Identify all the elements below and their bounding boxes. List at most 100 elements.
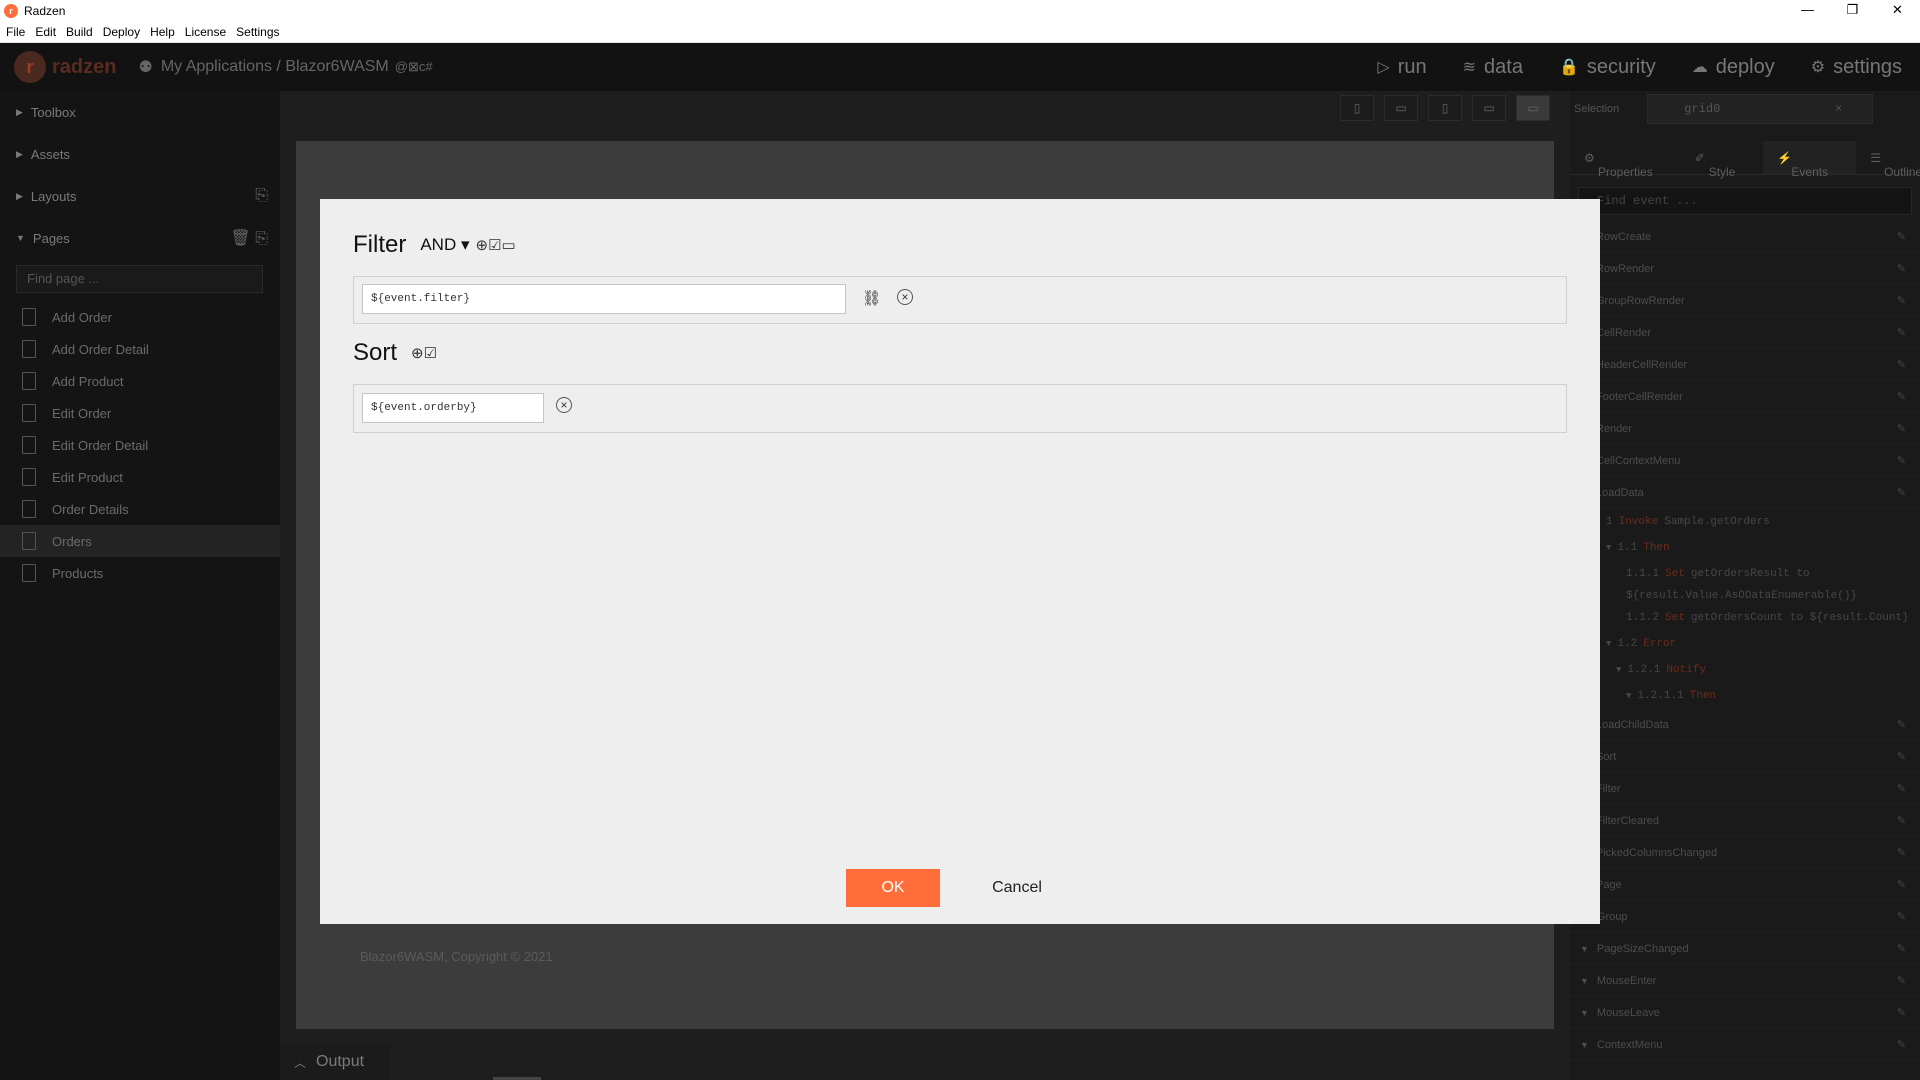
deploy-button[interactable]: ☁ deploy bbox=[1692, 56, 1775, 79]
page-item-order-details[interactable]: Order Details bbox=[0, 493, 280, 525]
event-item[interactable]: PickedColumnsChanged ✎ bbox=[1570, 837, 1920, 869]
event-item[interactable]: RowRender ✎ bbox=[1570, 253, 1920, 285]
find-event-input[interactable]: Find event ... bbox=[1578, 187, 1912, 215]
menu-license[interactable]: License bbox=[185, 25, 226, 39]
pages-section[interactable]: ▼ Pages 🗑 ⎘ bbox=[0, 217, 280, 259]
add-filter-icons[interactable]: ⊕☑▭ bbox=[476, 236, 516, 254]
phone-landscape-icon[interactable]: ▭ bbox=[1384, 95, 1418, 121]
sort-expression-input[interactable]: ${event.orderby} bbox=[362, 393, 544, 423]
add-sort-icons[interactable]: ⊕☑ bbox=[411, 344, 437, 362]
edit-icon[interactable]: ✎ bbox=[1897, 718, 1906, 731]
tab-style[interactable]: ✐ Style bbox=[1681, 141, 1764, 179]
action-line[interactable]: ▼ 1.2.1.1 Then bbox=[1570, 683, 1920, 709]
tablet-portrait-icon[interactable]: ▯ bbox=[1428, 95, 1462, 121]
filter-operator-dropdown[interactable]: AND ▾ bbox=[420, 235, 469, 255]
menu-help[interactable]: Help bbox=[150, 25, 175, 39]
edit-icon[interactable]: ✎ bbox=[1897, 358, 1906, 371]
breadcrumb-path[interactable]: My Applications / Blazor6WASM bbox=[161, 58, 389, 76]
page-item-add-order[interactable]: Add Order bbox=[0, 301, 280, 333]
event-item[interactable]: LoadData ✎ bbox=[1570, 477, 1920, 509]
data-button[interactable]: ≋ data bbox=[1463, 56, 1523, 79]
assets-section[interactable]: ▶ Assets bbox=[0, 133, 280, 175]
new-page-icon[interactable]: ⎘ bbox=[255, 230, 268, 247]
remove-filter-icon[interactable]: × bbox=[897, 289, 913, 305]
action-line[interactable]: ▼ 1.1 Then bbox=[1570, 535, 1920, 561]
layouts-section[interactable]: ▶ Layouts ⎘ bbox=[0, 175, 280, 217]
remove-sort-icon[interactable]: × bbox=[556, 397, 572, 413]
edit-icon[interactable]: ✎ bbox=[1897, 782, 1906, 795]
tab-outline[interactable]: ☰ Outline bbox=[1856, 141, 1920, 179]
page-item-add-order-detail[interactable]: Add Order Detail bbox=[0, 333, 280, 365]
action-line[interactable]: 1.1.2 Set getOrdersCount to ${result.Count… bbox=[1570, 605, 1920, 631]
event-item[interactable]: ▼ MouseEnter ✎ bbox=[1570, 965, 1920, 997]
event-item[interactable]: ▼ PageSizeChanged ✎ bbox=[1570, 933, 1920, 965]
event-item[interactable]: GroupRowRender ✎ bbox=[1570, 285, 1920, 317]
link-icon[interactable]: ⛓ bbox=[862, 289, 881, 307]
desktop-icon[interactable]: ▭ bbox=[1516, 95, 1550, 121]
event-item[interactable]: LoadChildData ✎ bbox=[1570, 709, 1920, 741]
edit-icon[interactable]: ✎ bbox=[1897, 326, 1906, 339]
page-item-edit-order-detail[interactable]: Edit Order Detail bbox=[0, 429, 280, 461]
edit-icon[interactable]: ✎ bbox=[1897, 294, 1906, 307]
edit-icon[interactable]: ✎ bbox=[1897, 390, 1906, 403]
event-item[interactable]: ▼Group✎ bbox=[1570, 901, 1920, 933]
menu-build[interactable]: Build bbox=[66, 25, 93, 39]
filter-expression-input[interactable]: ${event.filter} bbox=[362, 284, 846, 314]
page-item-orders[interactable]: Orders bbox=[0, 525, 280, 557]
menu-file[interactable]: File bbox=[6, 25, 25, 39]
event-item[interactable]: ▼ ContextMenu ✎ bbox=[1570, 1029, 1920, 1061]
action-line[interactable]: 1 Invoke Sample.getOrders bbox=[1570, 509, 1920, 535]
edit-icon[interactable]: ✎ bbox=[1897, 262, 1906, 275]
event-item[interactable]: HeaderCellRender ✎ bbox=[1570, 349, 1920, 381]
security-button[interactable]: 🔒 security bbox=[1559, 56, 1656, 79]
edit-icon[interactable]: ✎ bbox=[1897, 974, 1906, 987]
page-item-products[interactable]: Products bbox=[0, 557, 280, 589]
action-line[interactable]: 1.1.1 Set getOrdersResult to bbox=[1570, 561, 1920, 587]
edit-icon[interactable]: ✎ bbox=[1897, 878, 1906, 891]
tab-events[interactable]: ⚡ Events bbox=[1763, 141, 1857, 179]
restore-button[interactable]: ❐ bbox=[1830, 0, 1875, 22]
action-line[interactable]: ${result.Value.AsODataEnumerable()} bbox=[1570, 587, 1920, 605]
trash-icon[interactable]: 🗑 bbox=[230, 230, 250, 247]
edit-icon[interactable]: ✎ bbox=[1897, 750, 1906, 763]
menu-settings[interactable]: Settings bbox=[236, 25, 279, 39]
edit-icon[interactable]: ✎ bbox=[1897, 814, 1906, 827]
event-item[interactable]: ▼ MouseLeave ✎ bbox=[1570, 997, 1920, 1029]
event-item[interactable]: FooterCellRender ✎ bbox=[1570, 381, 1920, 413]
ok-button[interactable]: OK bbox=[846, 869, 940, 907]
page-item-edit-order[interactable]: Edit Order bbox=[0, 397, 280, 429]
output-panel-tab[interactable]: ︿ Output bbox=[280, 1044, 390, 1080]
action-line[interactable]: ▼ 1.2.1 Notify bbox=[1570, 657, 1920, 683]
cancel-button[interactable]: Cancel bbox=[970, 869, 1064, 907]
event-item[interactable]: Filter ✎ bbox=[1570, 773, 1920, 805]
edit-icon[interactable]: ✎ bbox=[1897, 230, 1906, 243]
menu-edit[interactable]: Edit bbox=[35, 25, 56, 39]
edit-icon[interactable]: ✎ bbox=[1897, 1006, 1906, 1019]
radzen-logo[interactable]: r radzen bbox=[14, 51, 116, 83]
event-item[interactable]: CellRender ✎ bbox=[1570, 317, 1920, 349]
tab-properties[interactable]: ⚙ Properties bbox=[1570, 141, 1681, 179]
new-layout-icon[interactable]: ⎘ bbox=[255, 187, 268, 205]
edit-icon[interactable]: ✎ bbox=[1897, 422, 1906, 435]
edit-icon[interactable]: ✎ bbox=[1897, 486, 1906, 499]
toolbox-section[interactable]: ▶ Toolbox bbox=[0, 91, 280, 133]
event-item[interactable]: Page ✎ bbox=[1570, 869, 1920, 901]
event-item[interactable]: RowCreate ✎ bbox=[1570, 221, 1920, 253]
event-item[interactable]: CellContextMenu ✎ bbox=[1570, 445, 1920, 477]
page-item-add-product[interactable]: Add Product bbox=[0, 365, 280, 397]
edit-icon[interactable]: ✎ bbox=[1897, 942, 1906, 955]
minimize-button[interactable]: — bbox=[1785, 0, 1830, 22]
event-item[interactable]: Render ✎ bbox=[1570, 413, 1920, 445]
selection-dropdown[interactable]: grid0 × bbox=[1647, 94, 1874, 124]
settings-button[interactable]: ⚙ settings bbox=[1811, 56, 1902, 79]
edit-icon[interactable]: ✎ bbox=[1897, 454, 1906, 467]
phone-portrait-icon[interactable]: ▯ bbox=[1340, 95, 1374, 121]
event-item[interactable]: Sort ✎ bbox=[1570, 741, 1920, 773]
run-button[interactable]: ▷ run bbox=[1377, 56, 1426, 79]
find-page-input[interactable]: Find page ... bbox=[16, 265, 263, 293]
clear-selection-icon[interactable]: × bbox=[1835, 95, 1842, 123]
close-window-button[interactable]: ✕ bbox=[1875, 0, 1920, 22]
edit-icon[interactable]: ✎ bbox=[1897, 1038, 1906, 1051]
action-line[interactable]: ▼ 1.2 Error bbox=[1570, 631, 1920, 657]
menu-deploy[interactable]: Deploy bbox=[103, 25, 140, 39]
